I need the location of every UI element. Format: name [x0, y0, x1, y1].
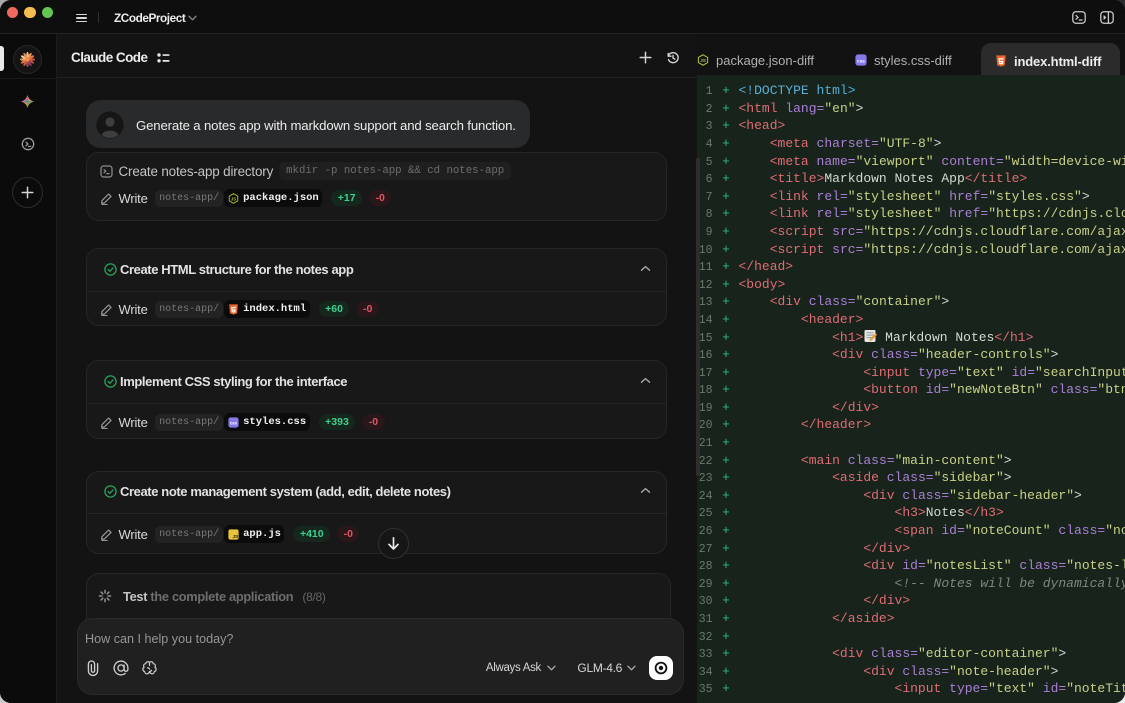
svg-text:JS: JS	[700, 58, 707, 64]
svg-text:css: css	[230, 420, 238, 425]
svg-text:css: css	[857, 58, 865, 63]
svg-text:JS: JS	[231, 196, 236, 201]
svg-text:JS: JS	[233, 533, 239, 538]
